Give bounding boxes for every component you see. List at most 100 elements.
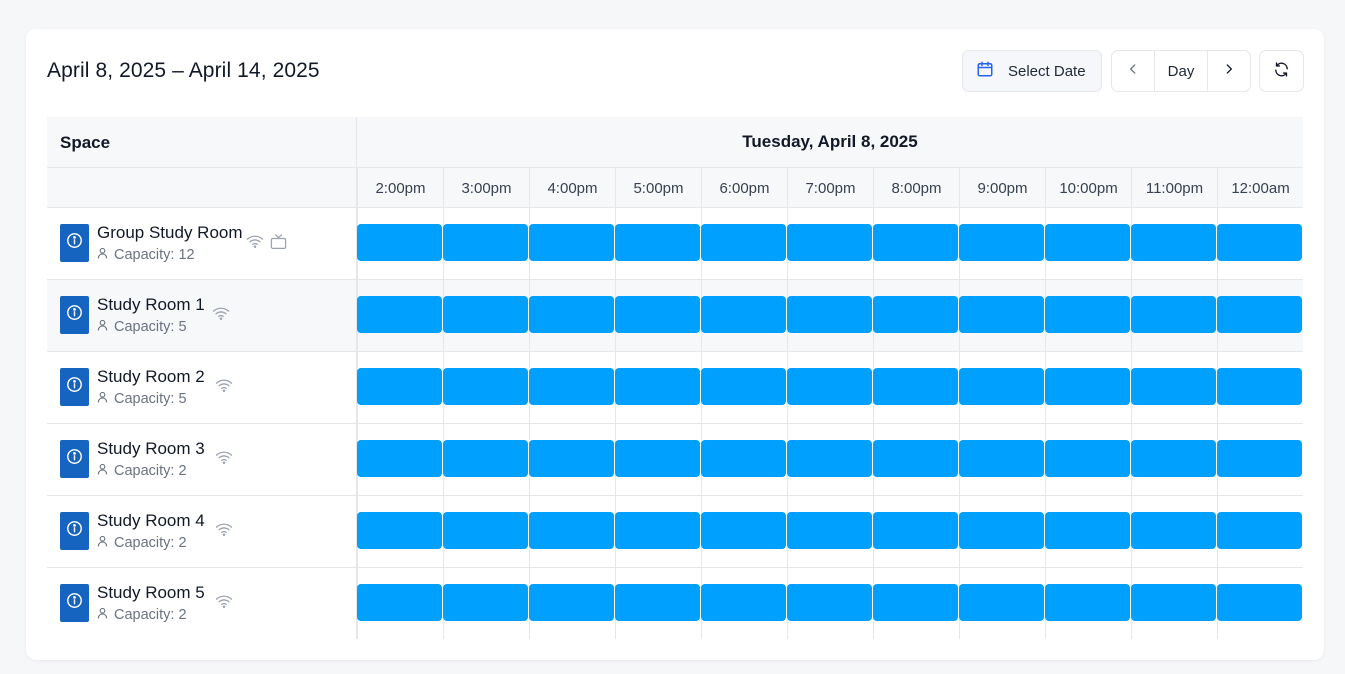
- select-date-label: Select Date: [1008, 62, 1086, 80]
- person-icon: [97, 463, 114, 479]
- available-slot[interactable]: [873, 224, 958, 261]
- available-slot[interactable]: [959, 440, 1044, 477]
- available-slot[interactable]: [1045, 512, 1130, 549]
- available-slot[interactable]: [873, 440, 958, 477]
- space-name: Study Room 3: [97, 439, 205, 458]
- available-slot[interactable]: [529, 368, 614, 405]
- available-slot[interactable]: [787, 368, 872, 405]
- available-slot[interactable]: [701, 368, 786, 405]
- space-capacity: Capacity: 5: [97, 319, 187, 335]
- grid-header: Space Tuesday, April 8, 2025: [47, 117, 1303, 168]
- available-slot[interactable]: [529, 584, 614, 621]
- available-slot[interactable]: [357, 440, 442, 477]
- available-slot[interactable]: [1045, 584, 1130, 621]
- view-day-button[interactable]: Day: [1154, 50, 1208, 92]
- amenities: [212, 306, 230, 325]
- space-info-button[interactable]: [60, 368, 89, 406]
- available-slot[interactable]: [1131, 440, 1216, 477]
- available-slot[interactable]: [1217, 584, 1302, 621]
- space-capacity: Capacity: 2: [97, 535, 187, 551]
- available-slot[interactable]: [959, 224, 1044, 261]
- available-slot[interactable]: [787, 584, 872, 621]
- available-slot[interactable]: [443, 440, 528, 477]
- available-slot[interactable]: [529, 440, 614, 477]
- available-slot[interactable]: [1045, 368, 1130, 405]
- available-slot[interactable]: [615, 368, 700, 405]
- available-slot[interactable]: [615, 224, 700, 261]
- space-info-button[interactable]: [60, 584, 89, 622]
- available-slot[interactable]: [701, 512, 786, 549]
- available-slot[interactable]: [787, 224, 872, 261]
- available-slot[interactable]: [787, 440, 872, 477]
- refresh-button[interactable]: [1259, 50, 1304, 92]
- available-slot[interactable]: [701, 296, 786, 333]
- available-slot[interactable]: [529, 224, 614, 261]
- available-slot[interactable]: [443, 224, 528, 261]
- available-slot[interactable]: [357, 296, 442, 333]
- available-slot[interactable]: [615, 584, 700, 621]
- available-slot[interactable]: [1217, 512, 1302, 549]
- space-row: Study Room 1 Capacity: 5: [47, 280, 1303, 352]
- capacity-text: Capacity: 2: [114, 607, 187, 623]
- available-slot[interactable]: [1131, 224, 1216, 261]
- available-slot[interactable]: [443, 296, 528, 333]
- available-slot[interactable]: [443, 512, 528, 549]
- available-slot[interactable]: [443, 584, 528, 621]
- available-slot[interactable]: [1131, 512, 1216, 549]
- time-column-header: 4:00pm: [529, 168, 615, 208]
- space-info-button[interactable]: [60, 512, 89, 550]
- space-info-button[interactable]: [60, 440, 89, 478]
- available-slot[interactable]: [357, 368, 442, 405]
- available-slot[interactable]: [529, 512, 614, 549]
- space-row: Group Study Room Capacity: 12: [47, 208, 1303, 280]
- available-slot[interactable]: [1217, 440, 1302, 477]
- available-slot[interactable]: [701, 224, 786, 261]
- person-icon: [97, 391, 114, 407]
- available-slot[interactable]: [357, 512, 442, 549]
- available-slot[interactable]: [1131, 368, 1216, 405]
- available-slot[interactable]: [701, 584, 786, 621]
- available-slot[interactable]: [357, 224, 442, 261]
- available-slot[interactable]: [1131, 296, 1216, 333]
- available-slot[interactable]: [615, 296, 700, 333]
- available-slot[interactable]: [1045, 224, 1130, 261]
- available-slot[interactable]: [873, 368, 958, 405]
- capacity-text: Capacity: 2: [114, 463, 187, 479]
- capacity-text: Capacity: 12: [114, 247, 195, 263]
- available-slot[interactable]: [1217, 296, 1302, 333]
- space-info-button[interactable]: [60, 296, 89, 334]
- available-slot[interactable]: [1131, 584, 1216, 621]
- available-slot[interactable]: [787, 512, 872, 549]
- available-slot[interactable]: [873, 584, 958, 621]
- space-column-header: Space: [60, 133, 111, 152]
- time-column-header: 6:00pm: [701, 168, 787, 208]
- available-slot[interactable]: [529, 296, 614, 333]
- time-column-header: 3:00pm: [443, 168, 529, 208]
- available-slot[interactable]: [1045, 296, 1130, 333]
- available-slot[interactable]: [357, 584, 442, 621]
- available-slot[interactable]: [615, 440, 700, 477]
- available-slot[interactable]: [787, 296, 872, 333]
- available-slot[interactable]: [873, 296, 958, 333]
- select-date-button[interactable]: Select Date: [962, 50, 1102, 92]
- available-slot[interactable]: [615, 512, 700, 549]
- space-capacity: Capacity: 2: [97, 463, 187, 479]
- available-slot[interactable]: [959, 368, 1044, 405]
- amenities: [215, 594, 233, 613]
- wifi-icon: [212, 306, 230, 325]
- scheduler-card: April 8, 2025 – April 14, 2025 Select Da…: [26, 29, 1324, 660]
- available-slot[interactable]: [959, 512, 1044, 549]
- tv-icon: [270, 234, 287, 255]
- available-slot[interactable]: [1217, 368, 1302, 405]
- space-info-button[interactable]: [60, 224, 89, 262]
- next-button[interactable]: [1207, 50, 1251, 92]
- available-slot[interactable]: [1045, 440, 1130, 477]
- available-slot[interactable]: [959, 584, 1044, 621]
- available-slot[interactable]: [701, 440, 786, 477]
- available-slot[interactable]: [1217, 224, 1302, 261]
- calendar-icon: [976, 60, 994, 82]
- available-slot[interactable]: [443, 368, 528, 405]
- available-slot[interactable]: [873, 512, 958, 549]
- prev-button[interactable]: [1111, 50, 1155, 92]
- available-slot[interactable]: [959, 296, 1044, 333]
